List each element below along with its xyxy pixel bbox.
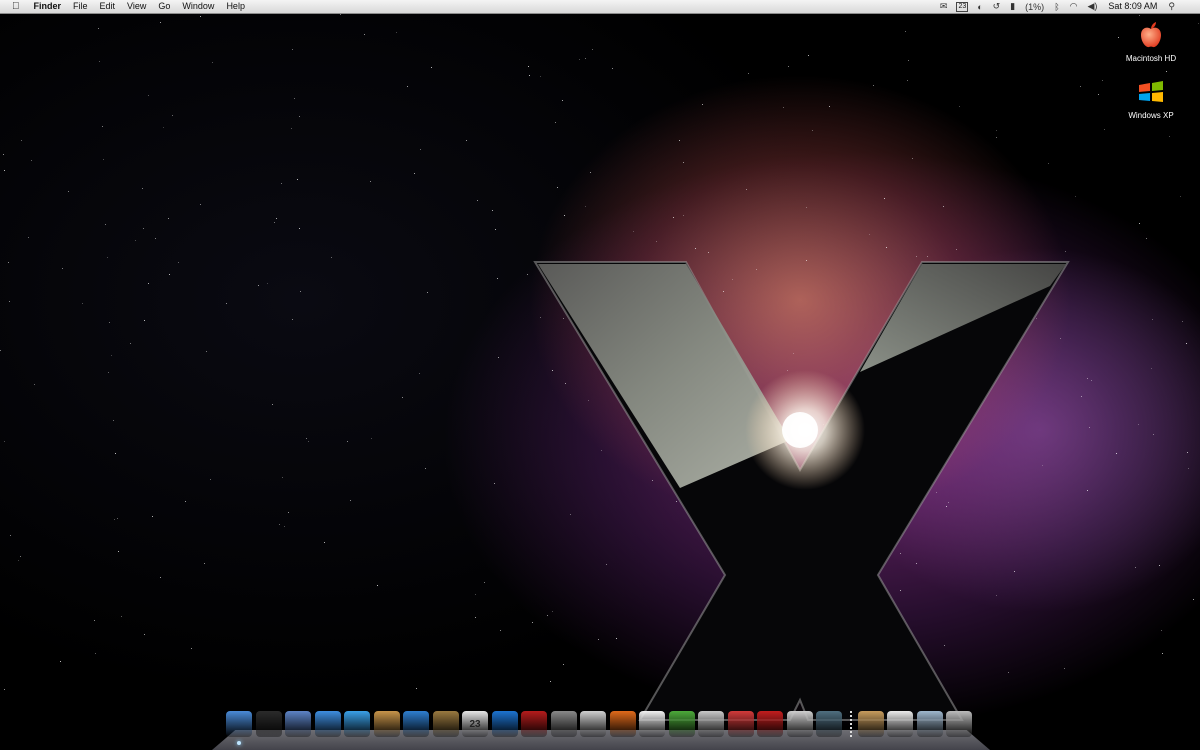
bluetooth-icon[interactable]: ᛒ [1049,2,1064,12]
dock-item-ical[interactable]: 23 [462,711,488,737]
dock-item-movie-app[interactable] [580,711,606,737]
dock-item-safari[interactable] [314,711,341,737]
desktop-icon-macintosh-hd[interactable]: Macintosh HD [1111,20,1191,63]
dock-items: 23 [226,711,976,745]
dock-item-applications-stack[interactable] [857,711,884,737]
dock-item-documents-stack[interactable] [887,711,913,737]
desktop-icon-label: Macintosh HD [1125,54,1177,63]
dock-item-ichat[interactable] [344,711,370,737]
dock-item-utility-app[interactable] [668,711,695,737]
menu-go[interactable]: Go [152,0,176,13]
app-menu-finder[interactable]: Finder [28,0,68,13]
dock-item-scissors-app[interactable] [786,711,813,737]
desktop-icon-label: Windows XP [1128,111,1174,120]
dock-item-app-red[interactable] [727,711,754,737]
dock-separator[interactable] [849,711,852,739]
desktop[interactable]:  Finder File Edit View Go Window Help ✉… [0,0,1200,750]
dock: 23 [212,708,990,750]
dock-item-dashboard[interactable] [255,711,282,737]
sync-icon[interactable]: ◐ [972,2,987,12]
dock-item-downloads-stack[interactable] [916,711,943,737]
dock-item-time-machine[interactable] [816,711,842,737]
dock-item-system-preferences[interactable] [550,711,577,737]
dock-item-adobe-reader[interactable] [639,711,665,737]
dock-item-app-store-like[interactable] [698,711,724,737]
menu-edit[interactable]: Edit [94,0,122,13]
apple-drive-icon [1141,22,1161,48]
calendar-badge[interactable]: 23 [956,1,969,12]
dock-item-photo-booth[interactable] [521,711,547,737]
battery-icon[interactable]: ▮ [1005,1,1020,12]
dock-item-itunes[interactable] [403,711,429,737]
dock-item-iphoto[interactable] [432,711,459,737]
running-indicator [237,741,241,745]
status-menus: ✉ 23 ◐ ↺ ▮ (1%) ᛒ ◠ ◀) Sat 8:09 AM ⚲ [935,0,1200,13]
ical-icon: 23 [469,718,481,730]
dock-item-firefox[interactable] [609,711,636,737]
dock-item-finder[interactable] [226,711,252,745]
wifi-icon[interactable]: ◠ [1065,1,1083,12]
dock-item-trash[interactable] [946,711,972,737]
menu-view[interactable]: View [121,0,152,13]
mac-os-x-logo [533,261,1070,721]
menu-file[interactable]: File [67,0,94,13]
apple-menu-icon[interactable]:  [0,0,28,13]
mail-icon[interactable]: ✉ [935,1,953,12]
menu-bar:  Finder File Edit View Go Window Help ✉… [0,0,1200,14]
menu-window[interactable]: Window [176,0,220,13]
time-machine-icon[interactable]: ↺ [988,1,1006,12]
dock-item-address-book[interactable] [373,711,400,737]
dock-item-mail[interactable] [285,711,311,737]
spotlight-icon[interactable]: ⚲ [1163,1,1180,12]
dock-item-app-swirl[interactable] [757,711,783,737]
dock-item-quicktime[interactable] [491,711,518,737]
menu-help[interactable]: Help [220,0,251,13]
battery-percent[interactable]: (1%) [1020,2,1049,12]
clock[interactable]: Sat 8:09 AM [1102,0,1163,13]
desktop-icon-windows-xp[interactable]: Windows XP [1111,77,1191,120]
windows-logo-icon [1139,81,1163,102]
volume-icon[interactable]: ◀) [1082,1,1102,12]
